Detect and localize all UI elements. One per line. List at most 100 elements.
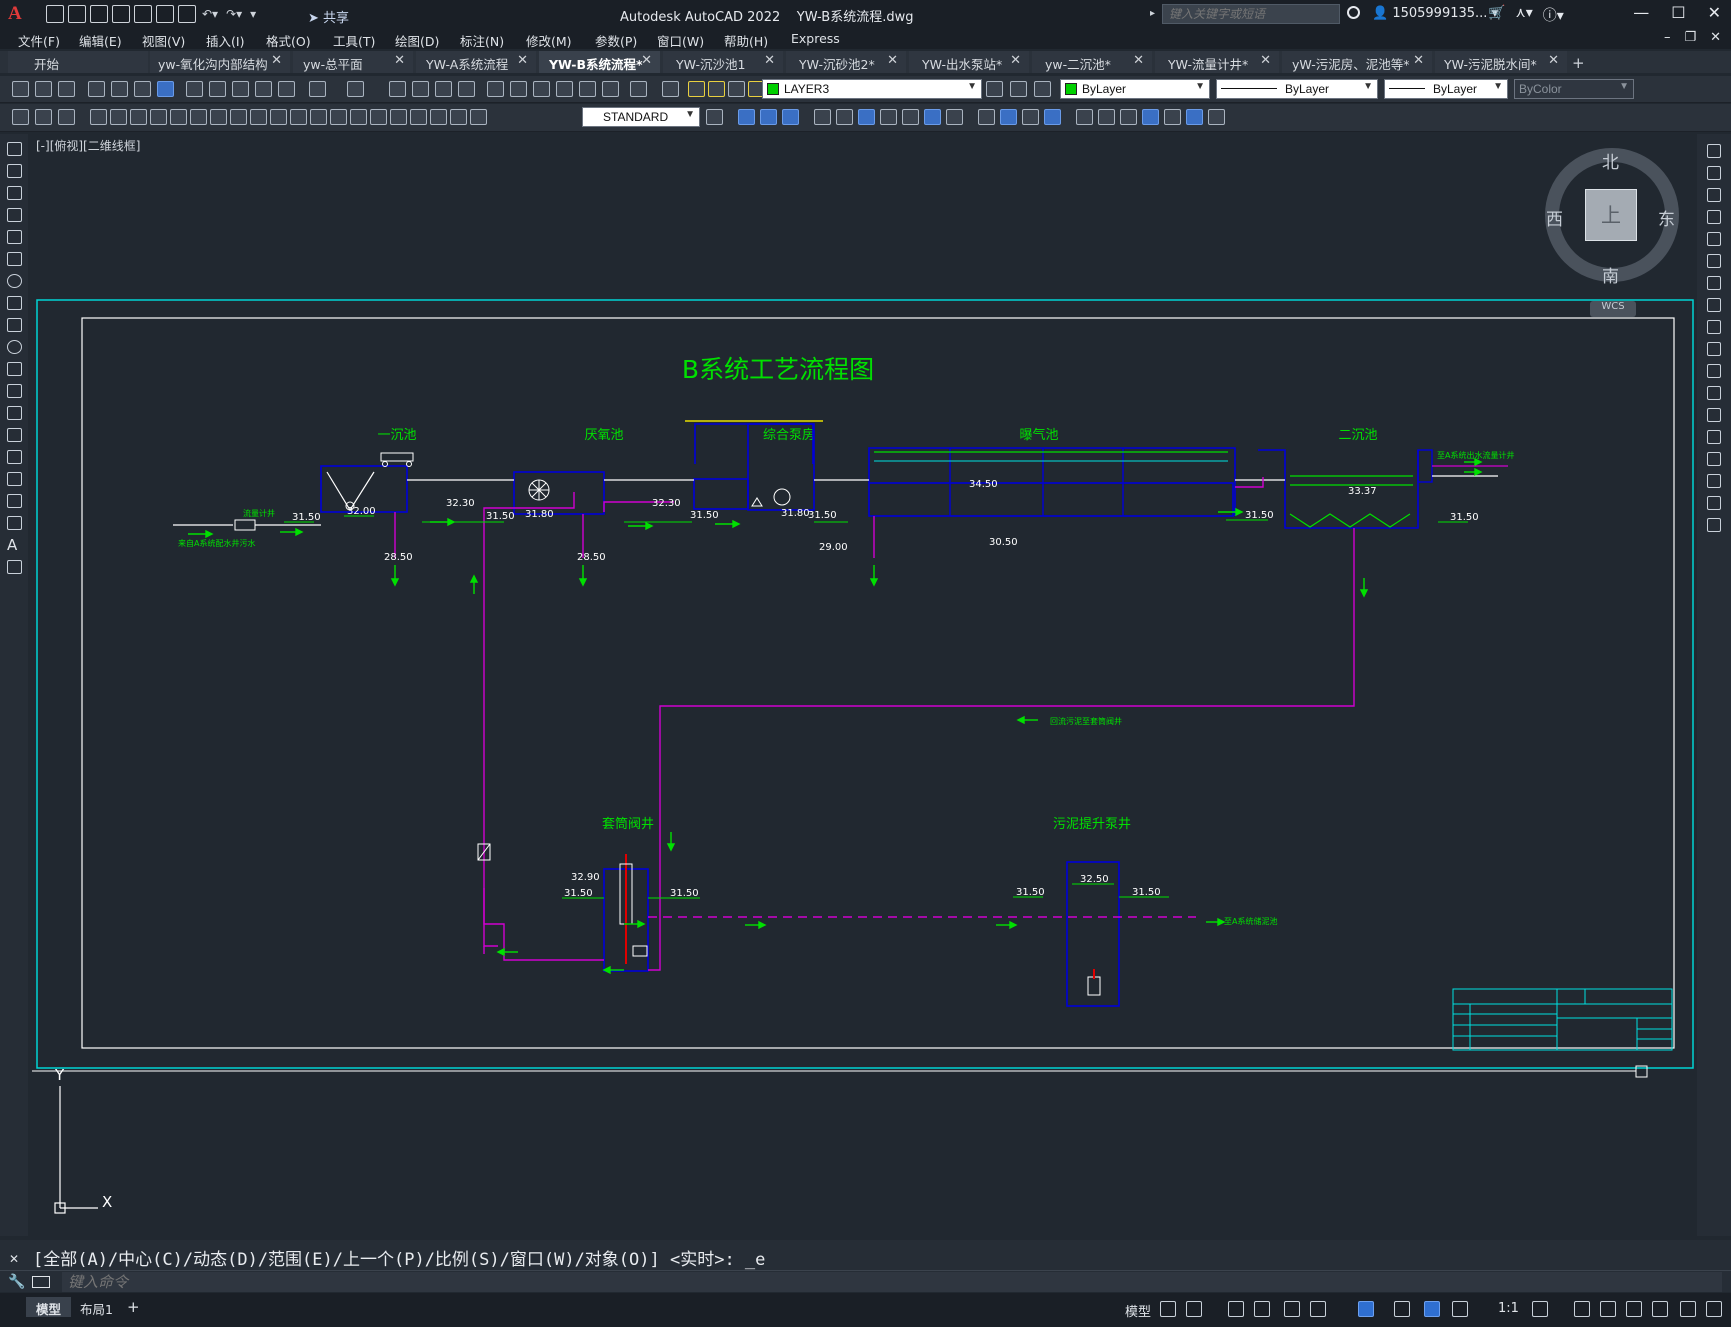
open-file-icon[interactable]	[68, 5, 86, 23]
baseline-dim-icon[interactable]	[270, 109, 287, 125]
tab-yw-grit-2[interactable]: YW-沉砂池2* ✕	[786, 51, 906, 73]
pan-icon[interactable]	[389, 81, 406, 97]
ordinate-dim-icon[interactable]	[150, 109, 167, 125]
chamfer-icon[interactable]	[1098, 109, 1115, 125]
tab-yw-sludge-house[interactable]: yW-污泥房、泥池等* ✕	[1282, 51, 1432, 73]
dim-space-icon[interactable]	[310, 109, 327, 125]
export-icon[interactable]	[134, 5, 152, 23]
mirror-icon[interactable]	[902, 109, 919, 125]
graphics-performance-icon[interactable]	[1652, 1301, 1668, 1317]
new-tab-icon[interactable]: +	[1572, 54, 1585, 72]
layer-properties-icon[interactable]	[662, 81, 679, 97]
jogged-linear-icon[interactable]	[410, 109, 427, 125]
arc-icon[interactable]	[7, 252, 22, 266]
annotation-visibility-icon[interactable]	[1424, 1301, 1440, 1317]
offset-icon[interactable]	[978, 109, 995, 125]
tab-close-icon[interactable]: ✕	[887, 53, 898, 68]
publish-icon[interactable]	[134, 81, 151, 97]
menu-tools[interactable]: 工具(T)	[333, 31, 375, 50]
grid-icon[interactable]	[1160, 1301, 1176, 1317]
line-icon[interactable]	[7, 142, 22, 156]
snap-icon[interactable]	[1186, 1301, 1202, 1317]
stretch-icon[interactable]	[1707, 320, 1721, 334]
object-snap-icon[interactable]	[1358, 1301, 1374, 1317]
tab-model[interactable]: 模型	[26, 1297, 72, 1317]
publish-icon[interactable]	[156, 5, 174, 23]
polyline-icon[interactable]	[7, 186, 22, 200]
block-editor-icon[interactable]	[278, 81, 295, 97]
rotate-icon[interactable]	[1707, 276, 1721, 290]
tab-close-icon[interactable]: ✕	[641, 53, 652, 68]
viewcube-south[interactable]: 南	[1602, 262, 1619, 287]
search-expand-icon[interactable]: ▸	[1150, 8, 1155, 19]
menu-draw[interactable]: 绘图(D)	[395, 31, 439, 50]
text-style-dropdown[interactable]: STANDARD ▼	[582, 107, 700, 127]
tolerance-icon[interactable]	[350, 109, 367, 125]
print-preview-icon[interactable]	[111, 81, 128, 97]
lineweight-icon[interactable]	[1394, 1301, 1410, 1317]
linear-dim-icon[interactable]	[90, 109, 107, 125]
arc-length-icon[interactable]	[130, 109, 147, 125]
menu-parametric[interactable]: 参数(P)	[595, 31, 637, 50]
polar-icon[interactable]	[1254, 1301, 1270, 1317]
viewcube-west[interactable]: 西	[1546, 205, 1563, 230]
sheet-set-icon[interactable]	[556, 81, 573, 97]
tab-close-icon[interactable]: ✕	[1133, 53, 1144, 68]
clean-screen-icon[interactable]	[1680, 1301, 1696, 1317]
mirror-icon[interactable]	[1707, 188, 1721, 202]
properties-icon[interactable]	[487, 81, 504, 97]
auto-scale-icon[interactable]	[1452, 1301, 1468, 1317]
calculator-icon[interactable]	[602, 81, 619, 97]
table-style-icon[interactable]	[35, 109, 52, 125]
layer-freeze-icon[interactable]	[708, 81, 725, 97]
tab-yw-plan[interactable]: yw-总平面 ✕	[293, 51, 413, 73]
tab-yw-outlet-pump[interactable]: YW-出水泵站* ✕	[909, 51, 1029, 73]
radius-dim-icon[interactable]	[170, 109, 187, 125]
doc-restore-icon[interactable]: ❐	[1684, 30, 1696, 45]
plotstyle-dropdown[interactable]: ByColor ▼	[1514, 79, 1634, 99]
insert-block-icon[interactable]	[7, 384, 22, 398]
layer-viewport-icon[interactable]	[728, 81, 745, 97]
menu-view[interactable]: 视图(V)	[142, 31, 185, 50]
array-icon[interactable]	[1707, 232, 1721, 246]
add-layout-icon[interactable]: +	[127, 1298, 140, 1316]
tab-yw-flow-meter[interactable]: YW-流量计井* ✕	[1155, 51, 1279, 73]
offset-icon[interactable]	[1707, 210, 1721, 224]
annotation-monitor-icon[interactable]	[1574, 1301, 1590, 1317]
diameter-dim-icon[interactable]	[210, 109, 227, 125]
tab-close-icon[interactable]: ✕	[1413, 53, 1424, 68]
tab-yw-b-system[interactable]: YW-B系统流程* ✕	[539, 51, 660, 73]
menu-file[interactable]: 文件(F)	[18, 31, 60, 50]
save-as-icon[interactable]	[112, 5, 130, 23]
fillet-icon[interactable]	[1120, 109, 1137, 125]
dim-style-override-icon[interactable]	[706, 109, 723, 125]
ortho-icon[interactable]	[1228, 1301, 1244, 1317]
menu-edit[interactable]: 编辑(E)	[79, 31, 122, 50]
jogged-dim-icon[interactable]	[190, 109, 207, 125]
doc-close-icon[interactable]: ✕	[1710, 30, 1721, 45]
help-icon[interactable]: ⓘ▾	[1543, 5, 1564, 25]
polygon-icon[interactable]	[7, 208, 22, 222]
extend-icon[interactable]	[1707, 364, 1721, 378]
save-icon[interactable]	[90, 5, 108, 23]
layer-on-icon[interactable]	[688, 81, 705, 97]
close-icon[interactable]: ✕	[1708, 3, 1721, 22]
cart-icon[interactable]: 🛒	[1488, 5, 1505, 25]
angular-dim-icon[interactable]	[230, 109, 247, 125]
search-input[interactable]	[1162, 4, 1340, 24]
trim-icon[interactable]	[1707, 342, 1721, 356]
undo-icon[interactable]: ↶▾	[202, 7, 218, 21]
autocad-logo-icon[interactable]: A	[8, 3, 22, 25]
quick-properties-icon[interactable]	[1626, 1301, 1642, 1317]
break-icon[interactable]	[1044, 109, 1061, 125]
text-to-front-icon[interactable]	[1186, 109, 1203, 125]
revision-cloud-icon[interactable]	[7, 296, 22, 310]
dim-style-icon[interactable]	[12, 109, 29, 125]
drawing-canvas[interactable]: B系统工艺流程图 一沉池 厌氧池 综合泵房 曝气池 二沉池 套筒阀井 污泥提升泵…	[28, 134, 1695, 1236]
linetype-dropdown[interactable]: ByLayer ▼	[1216, 79, 1378, 99]
tab-start[interactable]: 开始	[8, 51, 148, 73]
tab-close-icon[interactable]: ✕	[394, 53, 405, 68]
aligned-dim-icon[interactable]	[110, 109, 127, 125]
cut-icon[interactable]	[186, 81, 203, 97]
explode-icon[interactable]	[1142, 109, 1159, 125]
